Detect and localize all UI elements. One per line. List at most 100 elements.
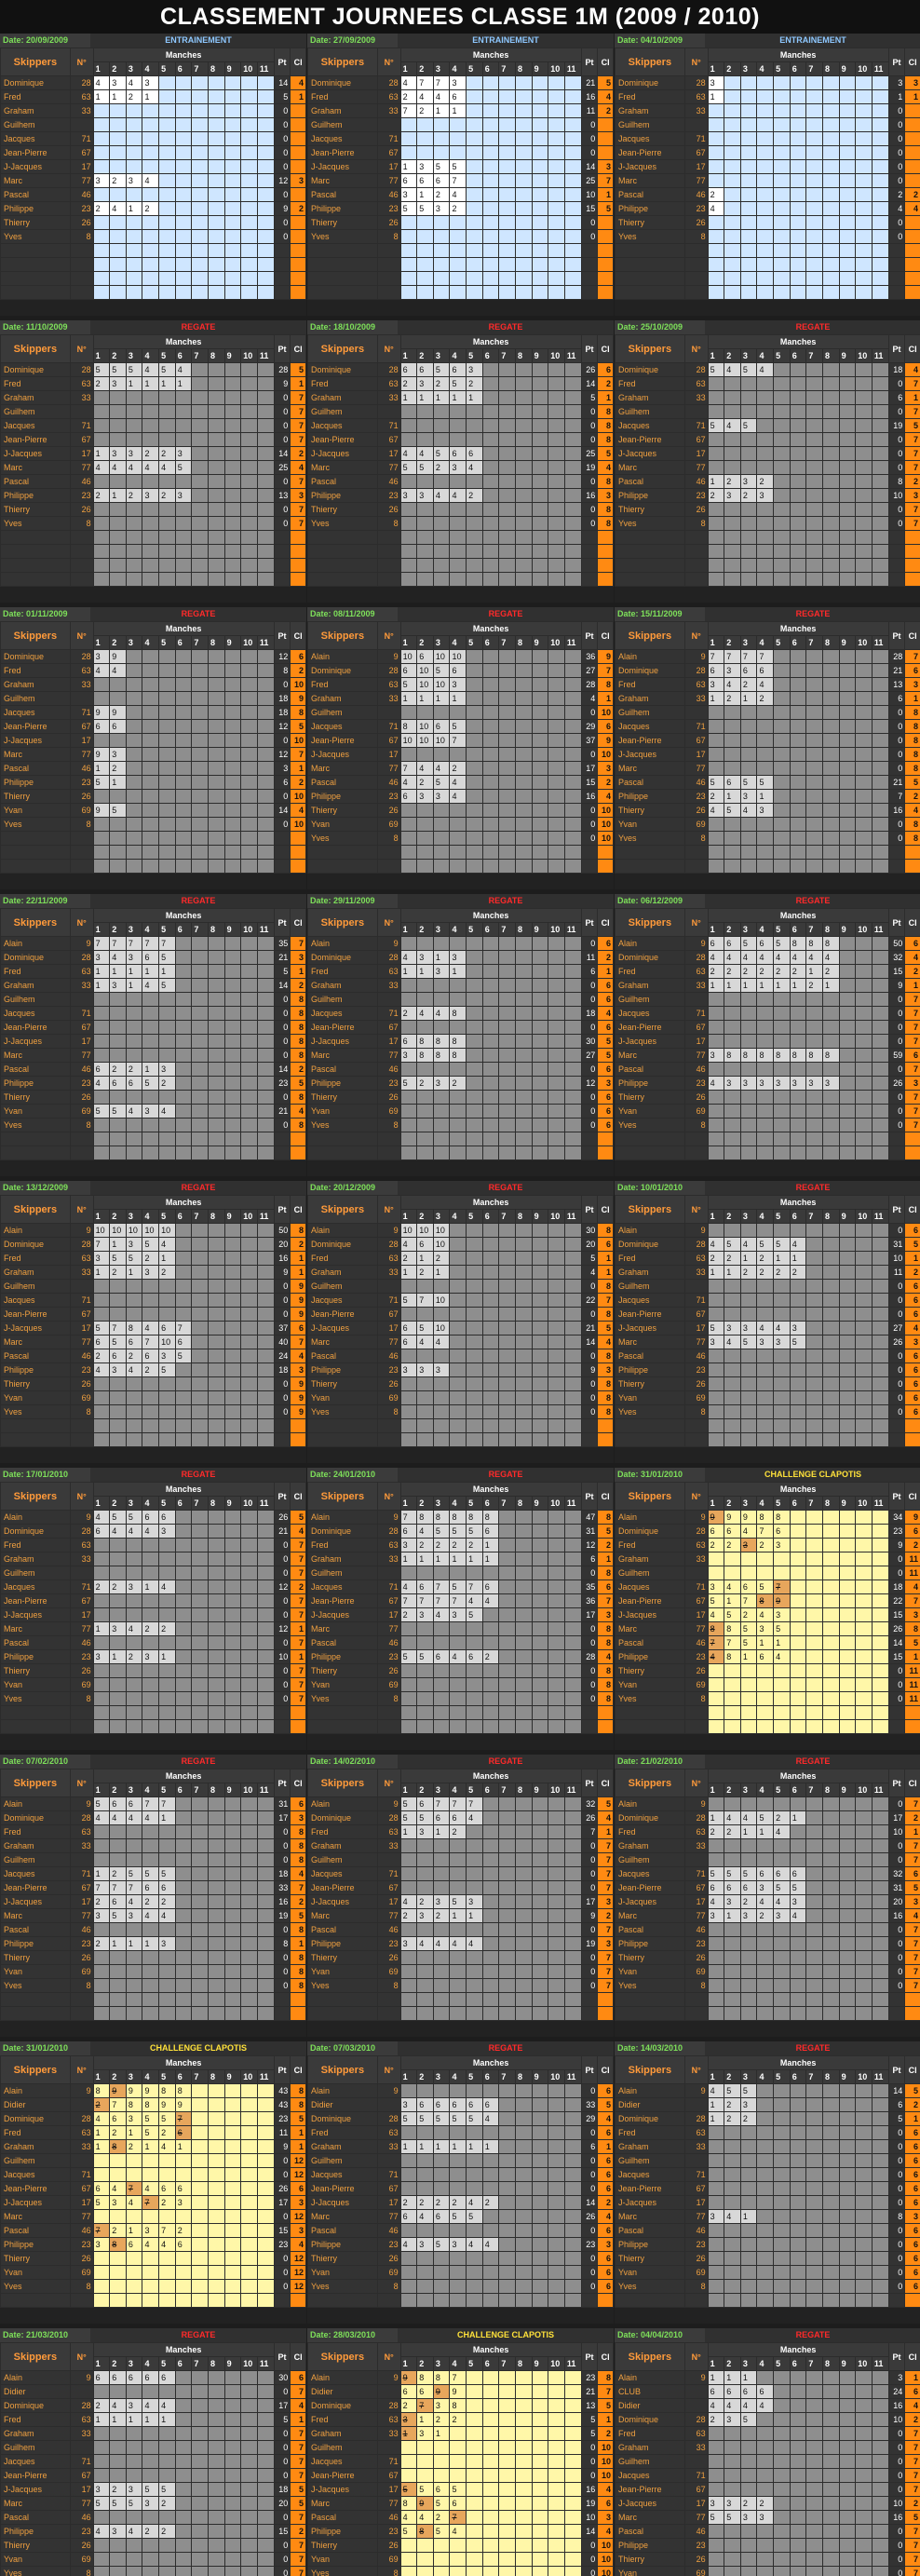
race-result-cell <box>756 1062 775 1077</box>
race-result-cell <box>432 544 451 559</box>
sail-number: 67 <box>69 1307 94 1322</box>
race-result-cell <box>125 229 143 244</box>
table-row: J-Jacques 17 1 3 3 2 2 3 14 2 <box>0 446 306 461</box>
race-result-cell <box>871 761 889 776</box>
race-number-header: 4 <box>756 635 775 650</box>
ranking: 1 <box>290 761 306 776</box>
race-result-cell <box>142 1146 160 1160</box>
race-result-cell: 5 <box>432 663 451 678</box>
race-result-cell <box>240 460 258 475</box>
race-result-cell <box>399 845 418 860</box>
sail-number: 8 <box>683 1404 709 1419</box>
points-total: 9 <box>273 201 291 216</box>
column-header-points: Pt <box>887 1195 906 1224</box>
table-row: Fred 63 4 4 8 2 <box>0 663 306 678</box>
race-result-cell <box>789 432 807 447</box>
skipper-name: Fred <box>307 1251 378 1266</box>
race-result-cell <box>240 1321 258 1335</box>
race-result-cell <box>240 1363 258 1377</box>
race-result-cell: 4 <box>92 1510 111 1525</box>
race-result-cell <box>498 1251 516 1266</box>
race-result-cell <box>158 1432 176 1447</box>
skipper-name: Yves <box>307 831 378 846</box>
race-result-cell <box>531 950 549 965</box>
empty-cell <box>307 1719 378 1734</box>
race-result-cell <box>789 1566 807 1580</box>
column-header-number: N° <box>376 334 401 363</box>
race-result-cell <box>240 1621 258 1636</box>
empty-cell <box>290 831 306 846</box>
race-result-cell <box>498 719 516 734</box>
ranking: 8 <box>597 1279 614 1294</box>
race-result-cell <box>174 145 193 160</box>
skipper-name: Thierry <box>307 502 378 517</box>
race-number-header: 3 <box>432 922 451 937</box>
race-result-cell <box>158 229 176 244</box>
race-result-cell <box>174 159 193 174</box>
race-result-cell <box>125 831 143 846</box>
table-row: Thierry 26 0 7 <box>615 502 920 517</box>
race-result-cell <box>432 1279 451 1294</box>
table-row: Philippe 23 3 1 2 3 1 10 1 <box>0 1649 306 1664</box>
race-result-cell <box>109 103 127 118</box>
race-number-header: 9 <box>838 635 857 650</box>
race-result-cell <box>739 243 758 258</box>
race-result-cell <box>449 285 467 300</box>
race-result-cell <box>563 1510 582 1525</box>
race-result-cell <box>240 775 258 790</box>
ranking: 7 <box>290 936 306 951</box>
ranking: 1 <box>904 978 920 993</box>
sail-number: 26 <box>376 1376 401 1391</box>
race-result-cell <box>416 117 434 132</box>
race-result-cell <box>739 572 758 587</box>
race-number-header: 1 <box>707 1496 725 1511</box>
race-result-cell <box>256 1649 275 1664</box>
race-result-cell <box>855 1524 873 1539</box>
empty-cell <box>887 257 906 272</box>
race-result-cell <box>399 145 418 160</box>
points-total: 18 <box>273 691 291 706</box>
race-result-cell <box>109 285 127 300</box>
race-number-header: 1 <box>399 61 418 76</box>
points-total: 8 <box>273 663 291 678</box>
race-result-cell <box>207 229 225 244</box>
race-result-cell: 6 <box>399 1034 418 1049</box>
table-row: Yves 8 0 6 <box>307 1118 614 1132</box>
sail-number <box>683 1279 709 1294</box>
race-result-cell <box>514 1635 533 1650</box>
points-total: 12 <box>273 649 291 664</box>
race-result-cell: 4 <box>399 1579 418 1594</box>
points-total: 22 <box>580 1293 599 1308</box>
race-result-cell: 1 <box>481 1552 500 1566</box>
race-result-cell <box>739 1376 758 1391</box>
table-row: Thierry 26 0 <box>307 215 614 230</box>
race-result-cell <box>821 1251 840 1266</box>
race-result-cell <box>466 572 483 587</box>
skipper-name: Philippe <box>0 201 71 216</box>
table-row: Yves 8 0 10 <box>0 817 306 832</box>
race-result-cell <box>563 257 582 272</box>
skipper-name: Graham <box>307 390 378 405</box>
skipper-name: Pascal <box>615 474 685 489</box>
race-result-cell <box>548 1566 565 1580</box>
race-result-cell <box>563 229 582 244</box>
race-result-cell <box>466 1104 483 1119</box>
race-result-cell <box>739 1034 758 1049</box>
race-result-cell <box>821 1538 840 1552</box>
race-result-cell <box>466 705 483 720</box>
race-result-cell <box>871 1691 889 1706</box>
ranking: 10 <box>597 747 614 762</box>
panel-header: Date: 06/12/2009 REGATE <box>615 894 920 908</box>
ranking: 3 <box>597 761 614 776</box>
ranking: 3 <box>290 488 306 503</box>
race-result-cell: 9 <box>92 803 111 818</box>
race-result-cell: 5 <box>158 978 176 993</box>
race-result-cell <box>174 1635 193 1650</box>
race-result-cell: 2 <box>739 488 758 503</box>
race-result-cell <box>449 558 467 573</box>
race-result-cell: 3 <box>125 1237 143 1252</box>
race-result-cell <box>125 1635 143 1650</box>
race-result-cell <box>707 229 725 244</box>
race-result-cell <box>563 117 582 132</box>
race-result-cell <box>223 117 242 132</box>
